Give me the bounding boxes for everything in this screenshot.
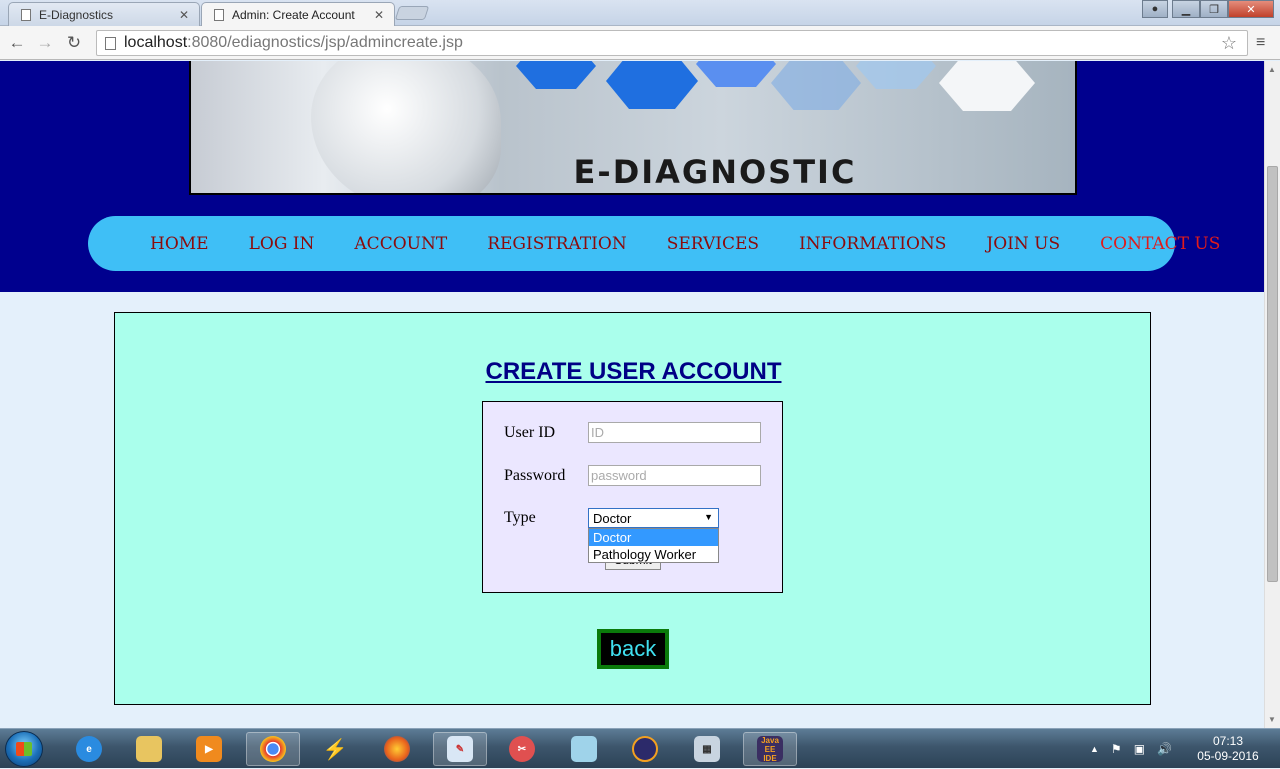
browser-toolbar: ← → ↻ localhost:8080/ediagnostics/jsp/ad…: [0, 26, 1280, 60]
page-viewport: E-DIAGNOSTIC HOME LOG IN ACCOUNT REGISTR…: [0, 61, 1264, 728]
nav-log-in[interactable]: LOG IN: [249, 234, 315, 254]
clock-time: 07:13: [1212, 734, 1244, 748]
chrome-icon[interactable]: [246, 732, 300, 766]
page-icon: [21, 8, 31, 21]
create-account-form: User ID Password Type Submit Doctor ▼ Do…: [482, 401, 783, 593]
site-header: E-DIAGNOSTIC HOME LOG IN ACCOUNT REGISTR…: [0, 61, 1264, 292]
bookmark-star-icon[interactable]: ☆: [1221, 33, 1237, 54]
nav-services[interactable]: SERVICES: [667, 234, 759, 254]
nav-informations[interactable]: INFORMATIONS: [799, 234, 946, 254]
forward-arrow-icon[interactable]: →: [34, 32, 56, 54]
system-tray: ▲ ⚑ ▣ 🔊: [1090, 729, 1172, 769]
nav-registration[interactable]: REGISTRATION: [487, 234, 627, 254]
page-icon: [214, 8, 224, 21]
url-path: :8080/ediagnostics/jsp/admincreate.jsp: [187, 34, 463, 51]
show-hidden-icons-icon[interactable]: ▲: [1090, 744, 1099, 754]
banner-title: E-DIAGNOSTIC: [573, 153, 857, 191]
chart-hexagon-icon: [771, 61, 861, 110]
clock[interactable]: 07:13 05-09-2016: [1188, 734, 1268, 764]
password-label: Password: [504, 467, 566, 484]
capsule-icon: [939, 61, 1035, 111]
type-option-doctor[interactable]: Doctor: [589, 529, 718, 546]
hexagon-icon: [856, 61, 936, 89]
type-dropdown-list: Doctor Pathology Worker: [588, 528, 719, 563]
network-icon[interactable]: ▣: [1134, 742, 1145, 756]
java-ee-ide-icon[interactable]: Java EE IDE: [743, 732, 797, 766]
eclipse-icon[interactable]: [618, 732, 672, 766]
nav-join-us[interactable]: JOIN US: [986, 234, 1060, 254]
taskbar: e ▶ ⚡ ✎ ✂ ▦ Java EE IDE ▲ ⚑ ▣ 🔊 07:13 05…: [0, 728, 1280, 768]
snipping-tool-icon[interactable]: ✂: [495, 732, 549, 766]
type-option-pathology-worker[interactable]: Pathology Worker: [589, 546, 718, 563]
tab-admin-create-account[interactable]: Admin: Create Account ✕: [201, 2, 395, 26]
nav-contact-us[interactable]: CONTACT US: [1100, 234, 1220, 254]
menu-icon[interactable]: ≡: [1256, 34, 1265, 52]
clock-date: 05-09-2016: [1197, 749, 1259, 763]
dropdown-arrow-icon: ▼: [704, 512, 713, 522]
firefox-icon[interactable]: [370, 732, 424, 766]
calculator-icon[interactable]: ▦: [680, 732, 734, 766]
scroll-up-icon[interactable]: ▲: [1268, 65, 1276, 74]
userid-input[interactable]: [588, 422, 761, 443]
nav-account[interactable]: ACCOUNT: [354, 234, 447, 254]
close-icon[interactable]: ✕: [179, 8, 189, 22]
tab-label: E-Diagnostics: [39, 7, 114, 22]
page-icon: [105, 36, 116, 50]
scroll-down-icon[interactable]: ▼: [1268, 715, 1276, 724]
notes-icon[interactable]: [557, 732, 611, 766]
content-panel: CREATE USER ACCOUNT User ID Password Typ…: [114, 312, 1151, 705]
maximize-button[interactable]: ❐: [1200, 0, 1228, 18]
volume-icon[interactable]: 🔊: [1157, 742, 1172, 756]
tab-label: Admin: Create Account: [232, 7, 355, 22]
scroll-thumb[interactable]: [1267, 166, 1278, 582]
hexagon-icon: [696, 61, 776, 87]
type-selected-value: Doctor: [593, 510, 632, 526]
new-tab-button[interactable]: [394, 6, 430, 20]
userid-label: User ID: [504, 424, 556, 441]
browser-tab-bar: E-Diagnostics ✕ Admin: Create Account ✕ …: [0, 0, 1280, 26]
reload-icon[interactable]: ↻: [63, 32, 85, 54]
molecule-icon: [606, 61, 698, 109]
minimize-button[interactable]: ▁: [1172, 0, 1200, 18]
nav-home[interactable]: HOME: [150, 234, 209, 254]
address-bar[interactable]: localhost:8080/ediagnostics/jsp/admincre…: [96, 30, 1248, 56]
vertical-scrollbar[interactable]: ▲ ▼: [1264, 61, 1280, 728]
back-arrow-icon[interactable]: ←: [6, 32, 28, 54]
media-player-icon[interactable]: ▶: [182, 732, 236, 766]
hexagon-icon: [516, 61, 596, 89]
tab-e-diagnostics[interactable]: E-Diagnostics ✕: [8, 2, 200, 26]
type-select[interactable]: Doctor ▼: [588, 508, 719, 528]
page-title: CREATE USER ACCOUNT: [485, 358, 782, 385]
user-icon[interactable]: ●: [1142, 0, 1168, 18]
windows-logo-icon: [16, 742, 32, 756]
power-tool-icon[interactable]: ⚡: [308, 732, 362, 766]
main-navigation: HOME LOG IN ACCOUNT REGISTRATION SERVICE…: [88, 216, 1220, 271]
paint-icon[interactable]: ✎: [433, 732, 487, 766]
password-input[interactable]: [588, 465, 761, 486]
start-button[interactable]: [5, 731, 43, 767]
url-host: localhost: [124, 34, 188, 51]
close-window-button[interactable]: ✕: [1228, 0, 1274, 18]
type-label: Type: [504, 509, 536, 526]
file-explorer-icon[interactable]: [122, 732, 176, 766]
back-button[interactable]: back: [597, 629, 669, 669]
action-center-flag-icon[interactable]: ⚑: [1111, 742, 1122, 756]
banner-image: E-DIAGNOSTIC: [189, 61, 1077, 195]
close-icon[interactable]: ✕: [374, 8, 384, 22]
internet-explorer-icon[interactable]: e: [62, 732, 116, 766]
